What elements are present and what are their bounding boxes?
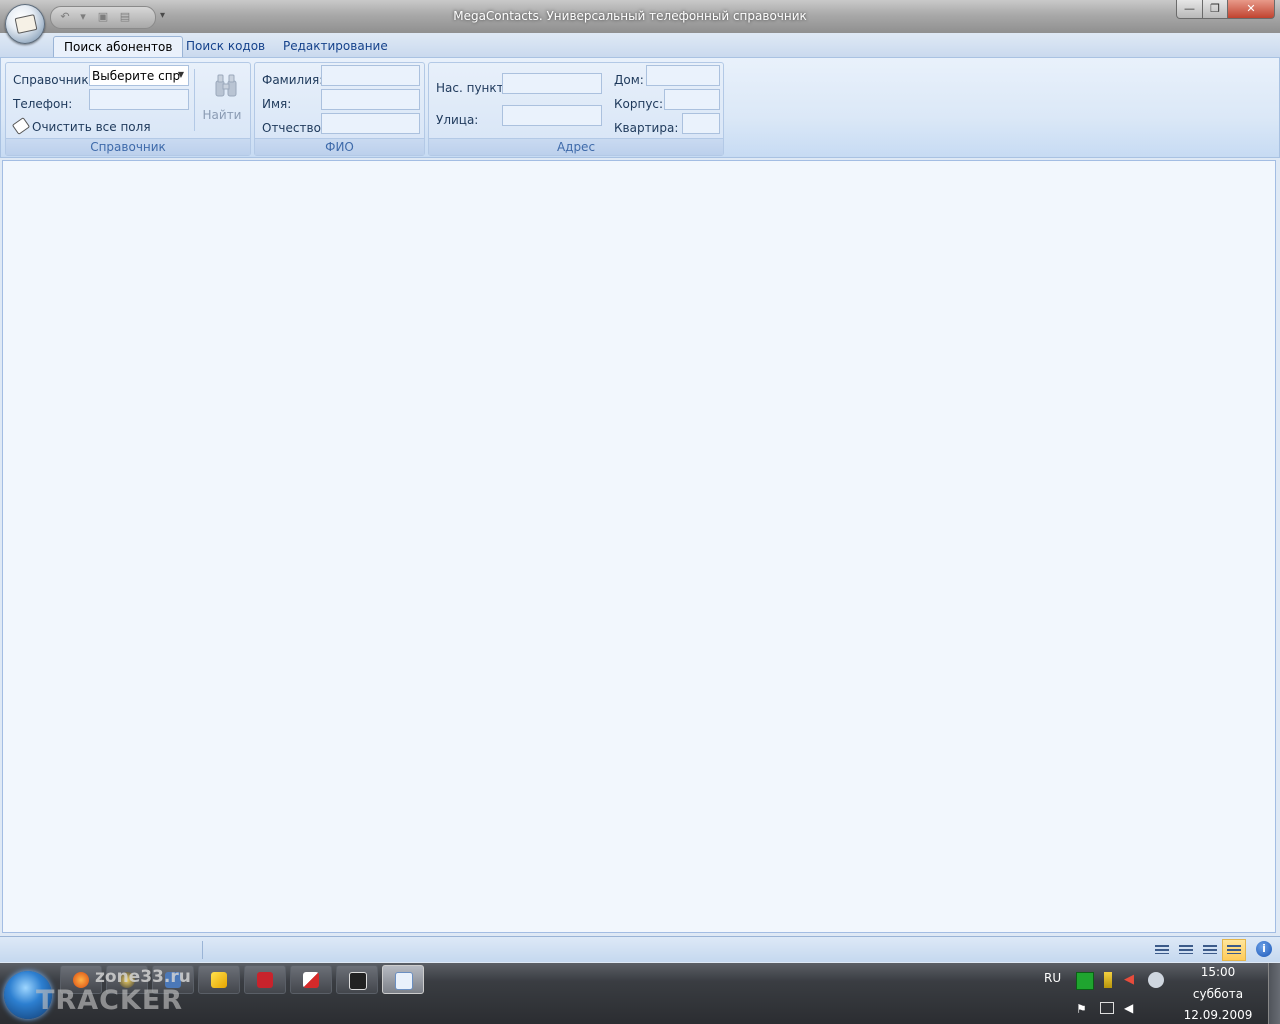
phone-label: Телефон: (13, 97, 73, 111)
directory-label: Справочник: (13, 73, 93, 87)
group-directory: Справочник: Выберите спр ▼ Телефон: Очис… (5, 62, 251, 156)
eraser-icon (11, 117, 31, 135)
building-label: Корпус: (614, 97, 664, 111)
tab-code-search[interactable]: Поиск кодов (176, 36, 275, 57)
taskbar-megacontacts[interactable] (382, 965, 424, 994)
clock-date[interactable]: 12.09.2009 (1180, 1008, 1256, 1022)
watermark-site: zone33.ru (95, 967, 191, 987)
clear-all-fields-label: Очистить все поля (32, 120, 151, 134)
group-directory-caption: Справочник (6, 138, 250, 155)
binoculars-icon (215, 74, 237, 97)
directory-select[interactable]: Выберите спр ▼ (89, 65, 189, 86)
clock-time[interactable]: 15:00 (1180, 965, 1256, 979)
books-icon (257, 972, 273, 988)
details-view-icon (1227, 945, 1241, 954)
speaker-muted-icon[interactable]: ◀ (1124, 972, 1140, 988)
ribbon-tab-strip: Поиск абонентов Поиск кодов Редактирован… (0, 33, 1280, 58)
lightning-icon (211, 972, 227, 988)
minimize-button[interactable]: — (1176, 0, 1203, 19)
group-address-caption: Адрес (429, 138, 723, 155)
taskbar-app-4[interactable] (198, 965, 240, 994)
watermark-logo: TRACKER (36, 985, 184, 1016)
taskbar-app-6[interactable] (290, 965, 332, 994)
taskbar-app-5[interactable] (244, 965, 286, 994)
apartment-field[interactable] (682, 113, 720, 134)
patronymic-field[interactable] (321, 113, 420, 134)
house-label: Дом: (614, 73, 644, 87)
info-icon[interactable]: i (1256, 941, 1272, 957)
status-separator (202, 941, 203, 959)
list-view-icon (1155, 945, 1169, 954)
volume-icon[interactable]: ◀ (1124, 1001, 1140, 1017)
group-separator (194, 69, 195, 131)
table-view-icon (1203, 945, 1217, 954)
directory-select-value: Выберите спр (92, 69, 181, 83)
action-center-flag-icon[interactable]: ⚑ (1076, 1002, 1092, 1018)
taskbar-app-7[interactable] (336, 965, 378, 994)
book-icon (14, 14, 38, 34)
results-area[interactable] (2, 160, 1276, 933)
locality-field[interactable] (502, 73, 602, 94)
find-button-label: Найти (202, 108, 242, 122)
ribbon-panel: Справочник: Выберите спр ▼ Телефон: Очис… (0, 57, 1280, 158)
patronymic-label: Отчество: (262, 121, 325, 135)
tab-subscriber-search[interactable]: Поиск абонентов (53, 36, 184, 58)
street-field[interactable] (502, 105, 602, 126)
street-label: Улица: (436, 113, 479, 127)
application-menu-button[interactable] (5, 4, 45, 44)
show-desktop-button[interactable] (1268, 963, 1280, 1024)
surname-field[interactable] (321, 65, 420, 86)
view-mode-4-button[interactable] (1222, 939, 1246, 961)
chess-icon (349, 972, 367, 990)
language-indicator[interactable]: RU (1044, 971, 1061, 985)
view-mode-3-button[interactable] (1198, 939, 1222, 961)
apartment-label: Квартира: (614, 121, 679, 135)
find-button[interactable]: Найти (199, 65, 245, 135)
view-mode-buttons: i (1148, 939, 1276, 961)
image-editor-icon (303, 972, 319, 988)
battery-icon[interactable] (1104, 972, 1112, 988)
grid-view-icon (1179, 945, 1193, 954)
name-label: Имя: (262, 97, 292, 111)
close-button[interactable]: ✕ (1227, 0, 1275, 19)
maximize-button[interactable]: ❐ (1202, 0, 1228, 19)
building-field[interactable] (664, 89, 720, 110)
utorrent-icon[interactable] (1076, 972, 1094, 990)
network-status-icon[interactable] (1148, 972, 1164, 988)
clear-all-fields-button[interactable]: Очистить все поля (11, 117, 151, 135)
status-bar: i (0, 936, 1280, 962)
chevron-down-icon[interactable]: ▼ (178, 70, 184, 79)
megacontacts-icon (395, 972, 413, 990)
surname-label: Фамилия: (262, 73, 324, 87)
view-mode-2-button[interactable] (1174, 939, 1198, 961)
title-bar: ↶ ▾ ▣ ▤ ▾ MegaContacts. Универсальный те… (0, 0, 1280, 33)
window-title: MegaContacts. Универсальный телефонный с… (453, 9, 807, 23)
phone-field[interactable] (89, 89, 189, 110)
network-icon[interactable] (1100, 1002, 1114, 1014)
locality-label: Нас. пункт: (436, 81, 508, 95)
taskbar: zone33.ru TRACKER RU ◀ ⚑ ◀ 15:00 суббота… (0, 963, 1280, 1024)
group-address: Нас. пункт: Улица: Дом: Корпус: Квартира… (428, 62, 724, 156)
house-field[interactable] (646, 65, 720, 86)
tab-editing[interactable]: Редактирование (273, 36, 398, 57)
group-fio-caption: ФИО (255, 138, 424, 155)
view-mode-1-button[interactable] (1150, 939, 1174, 961)
group-fio: Фамилия: Имя: Отчество: ФИО (254, 62, 425, 156)
clock-day[interactable]: суббота (1180, 987, 1256, 1001)
name-field[interactable] (321, 89, 420, 110)
